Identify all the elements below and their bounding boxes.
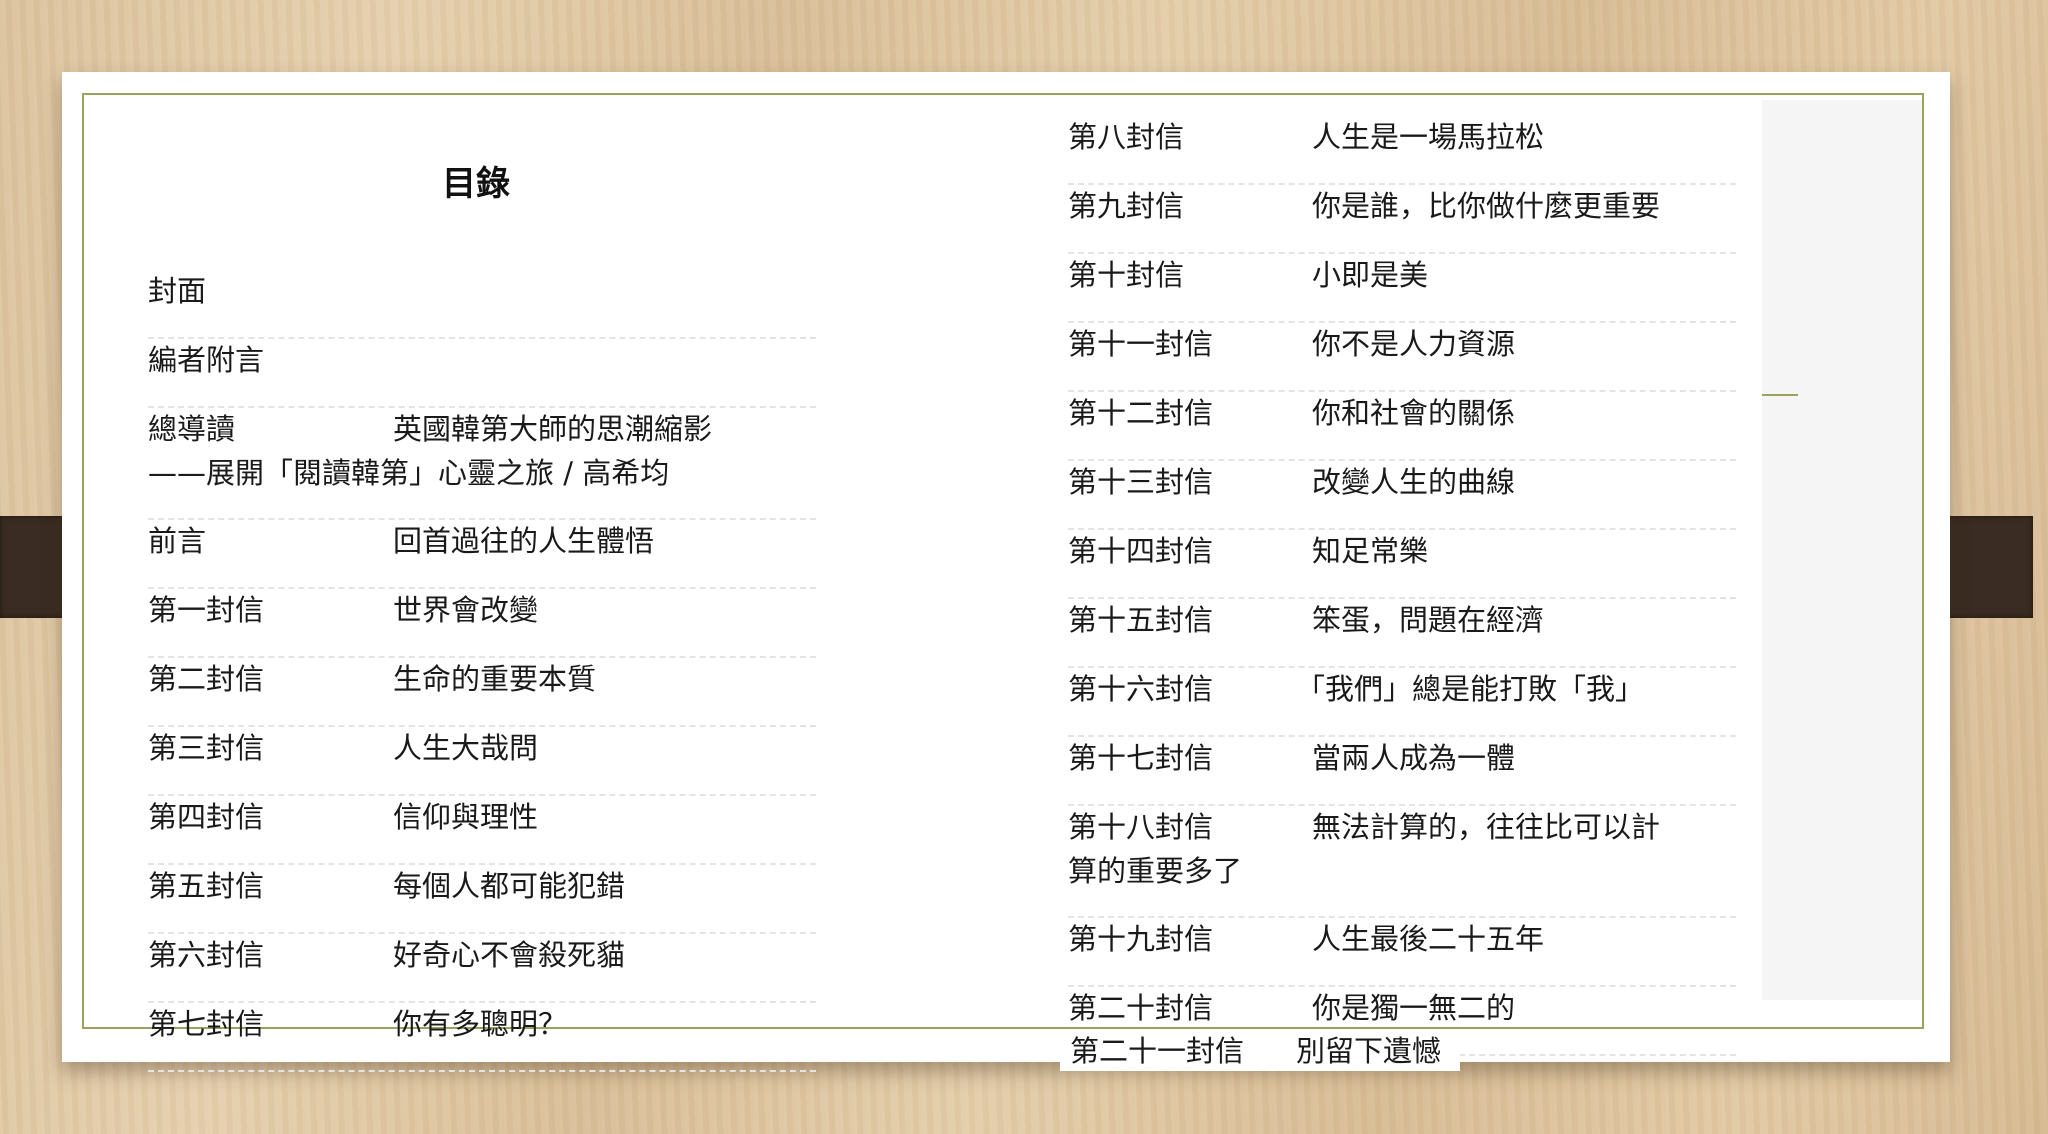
toc-entry-title: 人生是一場馬拉松	[1312, 120, 1545, 154]
toc-entry-chapter: 編者附言	[148, 343, 265, 377]
toc-entry: 第七封信 你有多聰明？	[148, 1003, 816, 1072]
toc-entry-title: 人生大哉問	[393, 731, 539, 765]
toc-entry: 第六封信 好奇心不會殺死貓	[148, 934, 816, 1003]
toc-entry-chapter: 封面	[148, 274, 207, 308]
toc-entry: 第十二封信 你和社會的關係	[1068, 392, 1736, 461]
toc-entry-chapter: 第十二封信	[1068, 396, 1214, 430]
toc-entry-title: 你是獨一無二的	[1312, 991, 1516, 1025]
toc-entry-title: 好奇心不會殺死貓	[393, 938, 626, 972]
toc-entry-chapter: 第十八封信	[1068, 810, 1214, 844]
toc-entry: 第十三封信 改變人生的曲線	[1068, 461, 1736, 530]
toc-entry-chapter: 第六封信	[148, 938, 265, 972]
toc-entry-chapter: 第五封信	[148, 869, 265, 903]
toc-entry: 封面	[148, 270, 816, 339]
toc-entry: 第十九封信 人生最後二十五年	[1068, 918, 1736, 987]
toc-entry-chapter: 第八封信	[1068, 120, 1185, 154]
toc-entry-title: 無法計算的，往往比可以計	[1312, 810, 1661, 844]
toc-entry: 第二封信 生命的重要本質	[148, 658, 816, 727]
toc-entry-chapter: 第十封信	[1068, 258, 1185, 292]
toc-entry-chapter: 第一封信	[148, 593, 265, 627]
toc-entry-chapter: 第十一封信	[1068, 327, 1214, 361]
toc-entry-title: 世界會改變	[393, 593, 539, 627]
toc-entry-title-continued: ——展開「閱讀韓第」心靈之旅 / 高希均	[148, 456, 670, 490]
toc-entry: 第十五封信 笨蛋，問題在經濟	[1068, 599, 1736, 668]
toc-entry-chapter: 第九封信	[1068, 189, 1185, 223]
toc-entry-chapter: 第三封信	[148, 731, 265, 765]
toc-entry-title: 你不是人力資源	[1312, 327, 1516, 361]
toc-entry: 第四封信 信仰與理性	[148, 796, 816, 865]
border-tick-mark	[1762, 394, 1798, 396]
toc-entry-title: 你是誰，比你做什麼更重要	[1312, 189, 1661, 223]
toc-entry: 第八封信 人生是一場馬拉松	[1068, 116, 1736, 185]
toc-entry-title: 英國韓第大師的思潮縮影	[393, 412, 713, 446]
toc-entry-chapter: 第二十封信	[1068, 991, 1214, 1025]
toc-entry-chapter: 第四封信	[148, 800, 265, 834]
toc-entry-title: 笨蛋，問題在經濟	[1312, 603, 1545, 637]
toc-entry-title: 改變人生的曲線	[1312, 465, 1516, 499]
toc-entry-chapter: 第十六封信	[1068, 672, 1214, 706]
toc-entry-title: 人生最後二十五年	[1312, 922, 1545, 956]
toc-entry-title: 每個人都可能犯錯	[393, 869, 626, 903]
toc-entry-chapter: 第十三封信	[1068, 465, 1214, 499]
toc-left-column: 封面 編者附言 總導讀 英國韓第大師的思潮縮影 ——展開「閱讀韓第」心靈之旅 /…	[148, 148, 816, 1072]
toc-entry: 編者附言	[148, 339, 816, 408]
toc-entry: 第十四封信 知足常樂	[1068, 530, 1736, 599]
toc-entry: 第十八封信 無法計算的，往往比可以計 算的重要多了	[1068, 806, 1736, 918]
toc-right-column: 第八封信 人生是一場馬拉松 第九封信 你是誰，比你做什麼更重要 第十封信 小即是…	[1068, 116, 1736, 1056]
toc-entry: 前言 回首過往的人生體悟	[148, 520, 816, 589]
toc-entry-title: 別留下遺憾	[1296, 1034, 1442, 1068]
toc-entry-chapter: 第十九封信	[1068, 922, 1214, 956]
toc-entry-title: 「我們」總是能打敗「我」	[1296, 672, 1645, 706]
toc-entry: 第十六封信 「我們」總是能打敗「我」	[1068, 668, 1736, 737]
toc-entry-chapter: 第二封信	[148, 662, 265, 696]
toc-entry-chapter: 第二十一封信	[1070, 1034, 1245, 1068]
toc-entry: 第三封信 人生大哉問	[148, 727, 816, 796]
toc-entry-title: 回首過往的人生體悟	[393, 524, 655, 558]
toc-entry-chapter: 第十四封信	[1068, 534, 1214, 568]
toc-entry-title: 知足常樂	[1312, 534, 1429, 568]
toc-overflow-entry: 第二十一封信 別留下遺憾	[1060, 1031, 1460, 1071]
toc-entry-title: 你有多聰明？	[393, 1007, 568, 1041]
toc-entry-chapter: 第十七封信	[1068, 741, 1214, 775]
toc-entry: 第十七封信 當兩人成為一體	[1068, 737, 1736, 806]
toc-entry-chapter: 總導讀	[148, 412, 236, 446]
toc-entry-title: 當兩人成為一體	[1312, 741, 1516, 775]
toc-entry: 總導讀 英國韓第大師的思潮縮影 ——展開「閱讀韓第」心靈之旅 / 高希均	[148, 408, 816, 520]
toc-entry-title: 小即是美	[1312, 258, 1429, 292]
page-shadow-strip	[1762, 100, 1922, 1000]
toc-entry-chapter: 第七封信	[148, 1007, 265, 1041]
toc-entry-chapter: 第十五封信	[1068, 603, 1214, 637]
toc-entry-title-continued: 算的重要多了	[1068, 854, 1243, 888]
toc-entry: 第十一封信 你不是人力資源	[1068, 323, 1736, 392]
toc-entry: 第十封信 小即是美	[1068, 254, 1736, 323]
toc-entry-title: 生命的重要本質	[393, 662, 597, 696]
toc-entry: 第九封信 你是誰，比你做什麼更重要	[1068, 185, 1736, 254]
toc-entry-title: 你和社會的關係	[1312, 396, 1516, 430]
toc-entry: 第一封信 世界會改變	[148, 589, 816, 658]
toc-entry-title: 信仰與理性	[393, 800, 539, 834]
toc-entry: 第五封信 每個人都可能犯錯	[148, 865, 816, 934]
toc-entry-chapter: 前言	[148, 524, 207, 558]
